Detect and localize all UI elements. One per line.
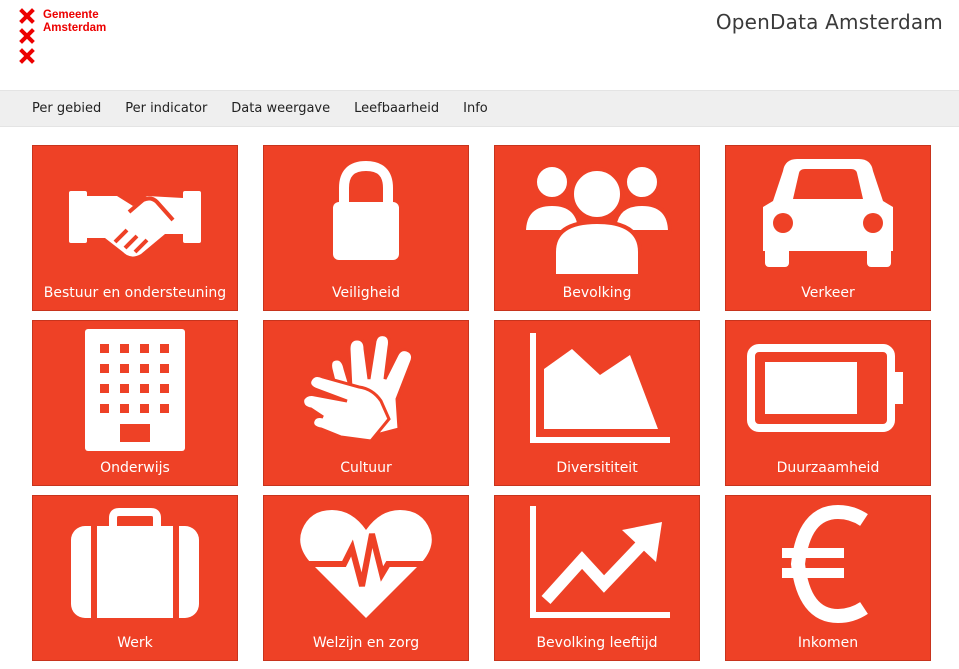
tile-diversititeit[interactable]: Diversititeit [494, 320, 700, 486]
tile-label: Welzijn en zorg [312, 635, 420, 651]
clapping-hands-icon [264, 321, 468, 451]
header: Gemeente Amsterdam OpenData Amsterdam [0, 0, 959, 90]
tile-label: Duurzaamheid [776, 460, 880, 476]
briefcase-icon [33, 496, 237, 626]
tile-duurzaamheid[interactable]: Duurzaamheid [725, 320, 931, 486]
tile-inkomen[interactable]: Inkomen [725, 495, 931, 661]
tile-label: Diversititeit [556, 460, 638, 476]
logo-text: Gemeente Amsterdam [43, 9, 106, 35]
tile-label: Inkomen [797, 635, 859, 651]
tile-welzijn[interactable]: Welzijn en zorg [263, 495, 469, 661]
people-icon [495, 146, 699, 277]
nav-item-per-indicator[interactable]: Per indicator [113, 101, 219, 116]
tile-label: Bevolking [562, 285, 632, 301]
tile-cultuur[interactable]: Cultuur [263, 320, 469, 486]
tile-onderwijs[interactable]: Onderwijs [32, 320, 238, 486]
handshake-icon [33, 146, 237, 276]
tile-veiligheid[interactable]: Veiligheid [263, 145, 469, 311]
tile-label: Veiligheid [332, 285, 400, 301]
tile-label: Bestuur en ondersteuning [43, 285, 227, 301]
trend-up-icon [495, 496, 699, 626]
area-chart-icon [495, 321, 699, 451]
tile-werk[interactable]: Werk [32, 495, 238, 661]
car-icon [726, 146, 930, 276]
tile-label: Verkeer [801, 285, 855, 301]
main-nav: Per gebied Per indicator Data weergave L… [0, 90, 959, 127]
euro-icon [726, 496, 930, 626]
nav-item-leefbaarheid[interactable]: Leefbaarheid [342, 101, 451, 116]
building-icon [33, 321, 237, 451]
battery-icon [726, 321, 930, 451]
site-title: OpenData Amsterdam [715, 10, 943, 34]
gemeente-amsterdam-logo[interactable]: Gemeente Amsterdam [19, 8, 129, 70]
lock-icon [264, 146, 468, 276]
tile-label: Onderwijs [100, 460, 170, 476]
tile-bestuur[interactable]: Bestuur en ondersteuning [32, 145, 238, 311]
heartbeat-icon [264, 496, 468, 626]
tile-verkeer[interactable]: Verkeer [725, 145, 931, 311]
tile-label: Cultuur [340, 460, 392, 476]
nav-item-info[interactable]: Info [451, 101, 500, 116]
nav-item-per-gebied[interactable]: Per gebied [20, 101, 113, 116]
tile-label: Werk [117, 635, 153, 651]
tile-label: Bevolking leeftijd [536, 635, 658, 651]
nav-item-data-weergave[interactable]: Data weergave [219, 101, 342, 116]
tile-bevolking[interactable]: Bevolking [494, 145, 700, 311]
logo-line-amsterdam: Amsterdam [43, 22, 107, 34]
xxx-crosses-icon [19, 8, 35, 64]
logo-line-gemeente: Gemeente [43, 9, 99, 21]
tile-bevolking-leeftijd[interactable]: Bevolking leeftijd [494, 495, 700, 661]
